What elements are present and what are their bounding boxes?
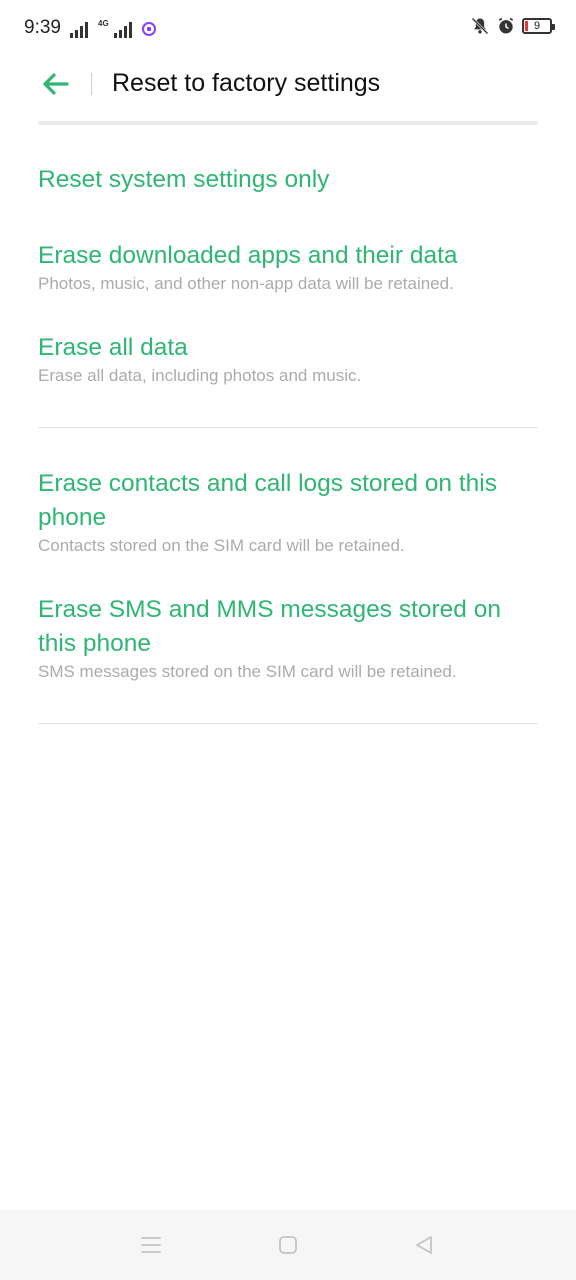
option-title: Erase SMS and MMS messages stored on thi… [38,596,501,657]
option-description: Contacts stored on the SIM card will be … [38,536,405,555]
option-description: SMS messages stored on the SIM card will… [38,662,457,681]
status-time: 9:39 [24,17,61,38]
section-divider [38,427,538,428]
status-bar: 9:39 4G 9 [0,0,576,56]
signal-strength-2-icon [113,20,132,38]
bell-off-icon [471,17,489,35]
signal-strength-icon [70,20,88,38]
nav-back-button[interactable] [411,1232,437,1258]
messenger-icon [141,22,156,36]
battery-icon: 9 [522,18,555,34]
option-title: Erase contacts and call logs stored on t… [38,470,497,531]
section-divider [38,723,538,724]
status-right-icons: 9 [470,16,555,36]
option-description: Photos, music, and other non-app data wi… [38,274,454,293]
status-left-icons: 4G [70,18,156,38]
nav-menu-button[interactable] [138,1232,164,1258]
option-reset-system-settings[interactable]: Reset system settings only [38,163,538,197]
header-divider [91,73,92,95]
alarm-icon [498,17,514,34]
option-erase-all-data[interactable]: Erase all data Erase all data, including… [38,331,538,387]
battery-level: 9 [533,20,541,32]
nav-home-button[interactable] [275,1232,301,1258]
arrow-left-icon [43,73,69,95]
triangle-back-icon [416,1236,432,1254]
option-description: Erase all data, including photos and mus… [38,366,362,385]
option-title: Erase all data [38,334,188,361]
option-erase-apps[interactable]: Erase downloaded apps and their data Pho… [38,239,538,295]
navigation-bar [0,1210,576,1280]
menu-icon [141,1237,161,1253]
back-button[interactable] [38,66,74,102]
home-icon [279,1236,297,1254]
option-erase-contacts[interactable]: Erase contacts and call logs stored on t… [38,467,538,557]
app-header: Reset to factory settings [0,56,576,120]
option-title: Erase downloaded apps and their data [38,242,458,269]
header-shadow [38,121,538,125]
option-title: Reset system settings only [38,166,330,193]
page-title: Reset to factory settings [112,69,381,97]
network-type-label: 4G [98,19,109,28]
option-erase-sms[interactable]: Erase SMS and MMS messages stored on thi… [38,593,538,683]
